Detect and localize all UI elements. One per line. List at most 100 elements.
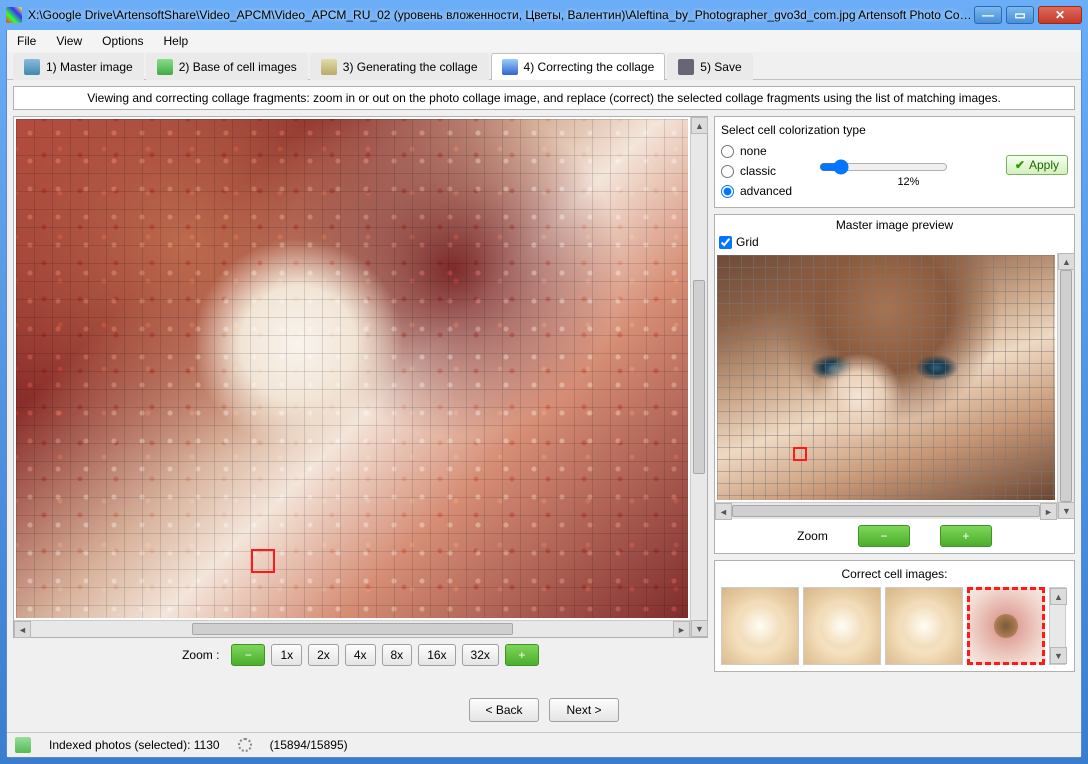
collage-canvas[interactable] — [16, 119, 688, 618]
wizard-tabstrip: 1) Master image 2) Base of cell images 3… — [7, 52, 1081, 80]
scroll-left-icon[interactable]: ◄ — [715, 503, 732, 520]
zoom-32x-button[interactable]: 32x — [462, 644, 499, 666]
zoom-1x-button[interactable]: 1x — [271, 644, 302, 666]
right-pane: Select cell colorization type none class… — [714, 116, 1075, 672]
tab-save[interactable]: 5) Save — [667, 53, 752, 80]
maximize-button[interactable]: ▭ — [1006, 6, 1034, 24]
tab-correct[interactable]: 4) Correcting the collage — [491, 53, 666, 80]
colorize-panel: Select cell colorization type none class… — [714, 116, 1075, 208]
app-window: X:\Google Drive\ArtensoftShare\Video_APC… — [0, 0, 1088, 764]
zoom-label: Zoom : — [182, 648, 219, 662]
menu-options[interactable]: Options — [102, 34, 143, 48]
colorize-percent: 12% — [819, 176, 998, 188]
minus-icon: − — [245, 648, 252, 662]
scroll-thumb[interactable] — [192, 623, 513, 635]
scroll-left-icon[interactable]: ◄ — [14, 621, 31, 638]
spinner-icon — [238, 738, 252, 752]
tab-label: 5) Save — [700, 60, 741, 74]
plus-icon: + — [962, 529, 969, 543]
grid-checkbox-input[interactable] — [719, 236, 732, 249]
zoom-8x-button[interactable]: 8x — [382, 644, 413, 666]
correct-cells-strip: ▲ ▼ — [721, 587, 1068, 665]
cell-thumb-1[interactable] — [721, 587, 799, 665]
menu-view[interactable]: View — [56, 34, 82, 48]
menu-help[interactable]: Help — [164, 34, 189, 48]
minimize-button[interactable]: — — [974, 6, 1002, 24]
cell-thumb-2[interactable] — [803, 587, 881, 665]
plus-icon: + — [518, 648, 525, 662]
client-area: File View Options Help 1) Master image 2… — [6, 30, 1082, 758]
preview-canvas[interactable] — [717, 255, 1055, 500]
minus-icon: − — [880, 529, 887, 543]
scroll-thumb[interactable] — [1060, 270, 1072, 502]
preview-title: Master image preview — [715, 215, 1074, 235]
radio-label: classic — [740, 164, 776, 178]
scroll-down-icon[interactable]: ▼ — [1050, 647, 1067, 664]
status-bar: Indexed photos (selected): 1130 (15894/1… — [7, 732, 1081, 757]
collage-hscroll[interactable]: ◄ ► — [14, 620, 690, 637]
apply-button[interactable]: ✔ Apply — [1006, 155, 1068, 175]
vscroll-track[interactable] — [1050, 605, 1065, 647]
back-button[interactable]: < Back — [469, 698, 539, 722]
colorize-title: Select cell colorization type — [721, 123, 1068, 137]
hscroll-track[interactable] — [31, 621, 673, 637]
tab-label: 1) Master image — [46, 60, 133, 74]
tab-label: 4) Correcting the collage — [524, 60, 655, 74]
scroll-down-icon[interactable]: ▼ — [1058, 502, 1075, 519]
tab-generate[interactable]: 3) Generating the collage — [310, 53, 489, 80]
hscroll-track[interactable] — [732, 503, 1040, 519]
scroll-thumb[interactable] — [693, 280, 705, 474]
vscroll-track[interactable] — [1058, 270, 1074, 502]
correct-cells-panel: Correct cell images: ▲ ▼ — [714, 560, 1075, 672]
zoom-16x-button[interactable]: 16x — [418, 644, 455, 666]
window-title: X:\Google Drive\ArtensoftShare\Video_APC… — [28, 8, 974, 22]
preview-vscroll[interactable]: ▲ ▼ — [1057, 253, 1074, 519]
titlebar[interactable]: X:\Google Drive\ArtensoftShare\Video_APC… — [0, 0, 1088, 30]
radio-label: advanced — [740, 184, 792, 198]
preview-zoom-in-button[interactable]: + — [940, 525, 992, 547]
tab-label: 2) Base of cell images — [179, 60, 297, 74]
zoom-2x-button[interactable]: 2x — [308, 644, 339, 666]
scroll-up-icon[interactable]: ▲ — [1058, 253, 1075, 270]
image-icon — [24, 59, 40, 75]
zoom-4x-button[interactable]: 4x — [345, 644, 376, 666]
status-indexed: Indexed photos (selected): 1130 — [49, 738, 220, 752]
vscroll-track[interactable] — [691, 134, 707, 620]
scroll-up-icon[interactable]: ▲ — [1050, 588, 1067, 605]
preview-selection-marker[interactable] — [793, 447, 807, 461]
wand-icon — [321, 59, 337, 75]
colorize-slider[interactable] — [819, 159, 948, 175]
tab-master-image[interactable]: 1) Master image — [13, 53, 144, 80]
preview-zoom-out-button[interactable]: − — [858, 525, 910, 547]
cell-thumb-3[interactable] — [885, 587, 963, 665]
scroll-right-icon[interactable]: ► — [673, 621, 690, 638]
menu-file[interactable]: File — [17, 34, 36, 48]
preview-zoom-row: Zoom − + — [715, 519, 1074, 553]
radio-advanced[interactable]: advanced — [721, 181, 811, 201]
correct-cells-title: Correct cell images: — [721, 567, 1068, 581]
radio-none[interactable]: none — [721, 141, 811, 161]
scroll-right-icon[interactable]: ► — [1040, 503, 1057, 520]
scroll-up-icon[interactable]: ▲ — [691, 117, 708, 134]
scroll-thumb[interactable] — [732, 505, 1040, 517]
collage-grid-overlay — [16, 119, 688, 618]
next-button[interactable]: Next > — [549, 698, 619, 722]
zoom-in-button[interactable]: + — [505, 644, 539, 666]
radio-label: none — [740, 144, 767, 158]
tab-base-images[interactable]: 2) Base of cell images — [146, 53, 308, 80]
preview-hscroll[interactable]: ◄ ► — [715, 502, 1057, 519]
preview-grid-overlay — [717, 255, 1055, 500]
grid-checkbox[interactable]: Grid — [715, 235, 1074, 253]
scroll-down-icon[interactable]: ▼ — [691, 620, 708, 637]
preview-panel: Master image preview Grid — [714, 214, 1075, 554]
cells-vscroll[interactable]: ▲ ▼ — [1049, 587, 1066, 665]
zoom-out-button[interactable]: − — [231, 644, 265, 666]
collage-vscroll[interactable]: ▲ ▼ — [690, 117, 707, 637]
nav-buttons: < Back Next > — [7, 678, 1081, 732]
checkmark-icon: ✔ — [1015, 158, 1025, 172]
radio-classic[interactable]: classic — [721, 161, 811, 181]
close-button[interactable]: ✕ — [1038, 6, 1082, 24]
tab-label: 3) Generating the collage — [343, 60, 478, 74]
cell-thumb-selected[interactable] — [967, 587, 1045, 665]
selected-cell-marker[interactable] — [251, 549, 275, 573]
